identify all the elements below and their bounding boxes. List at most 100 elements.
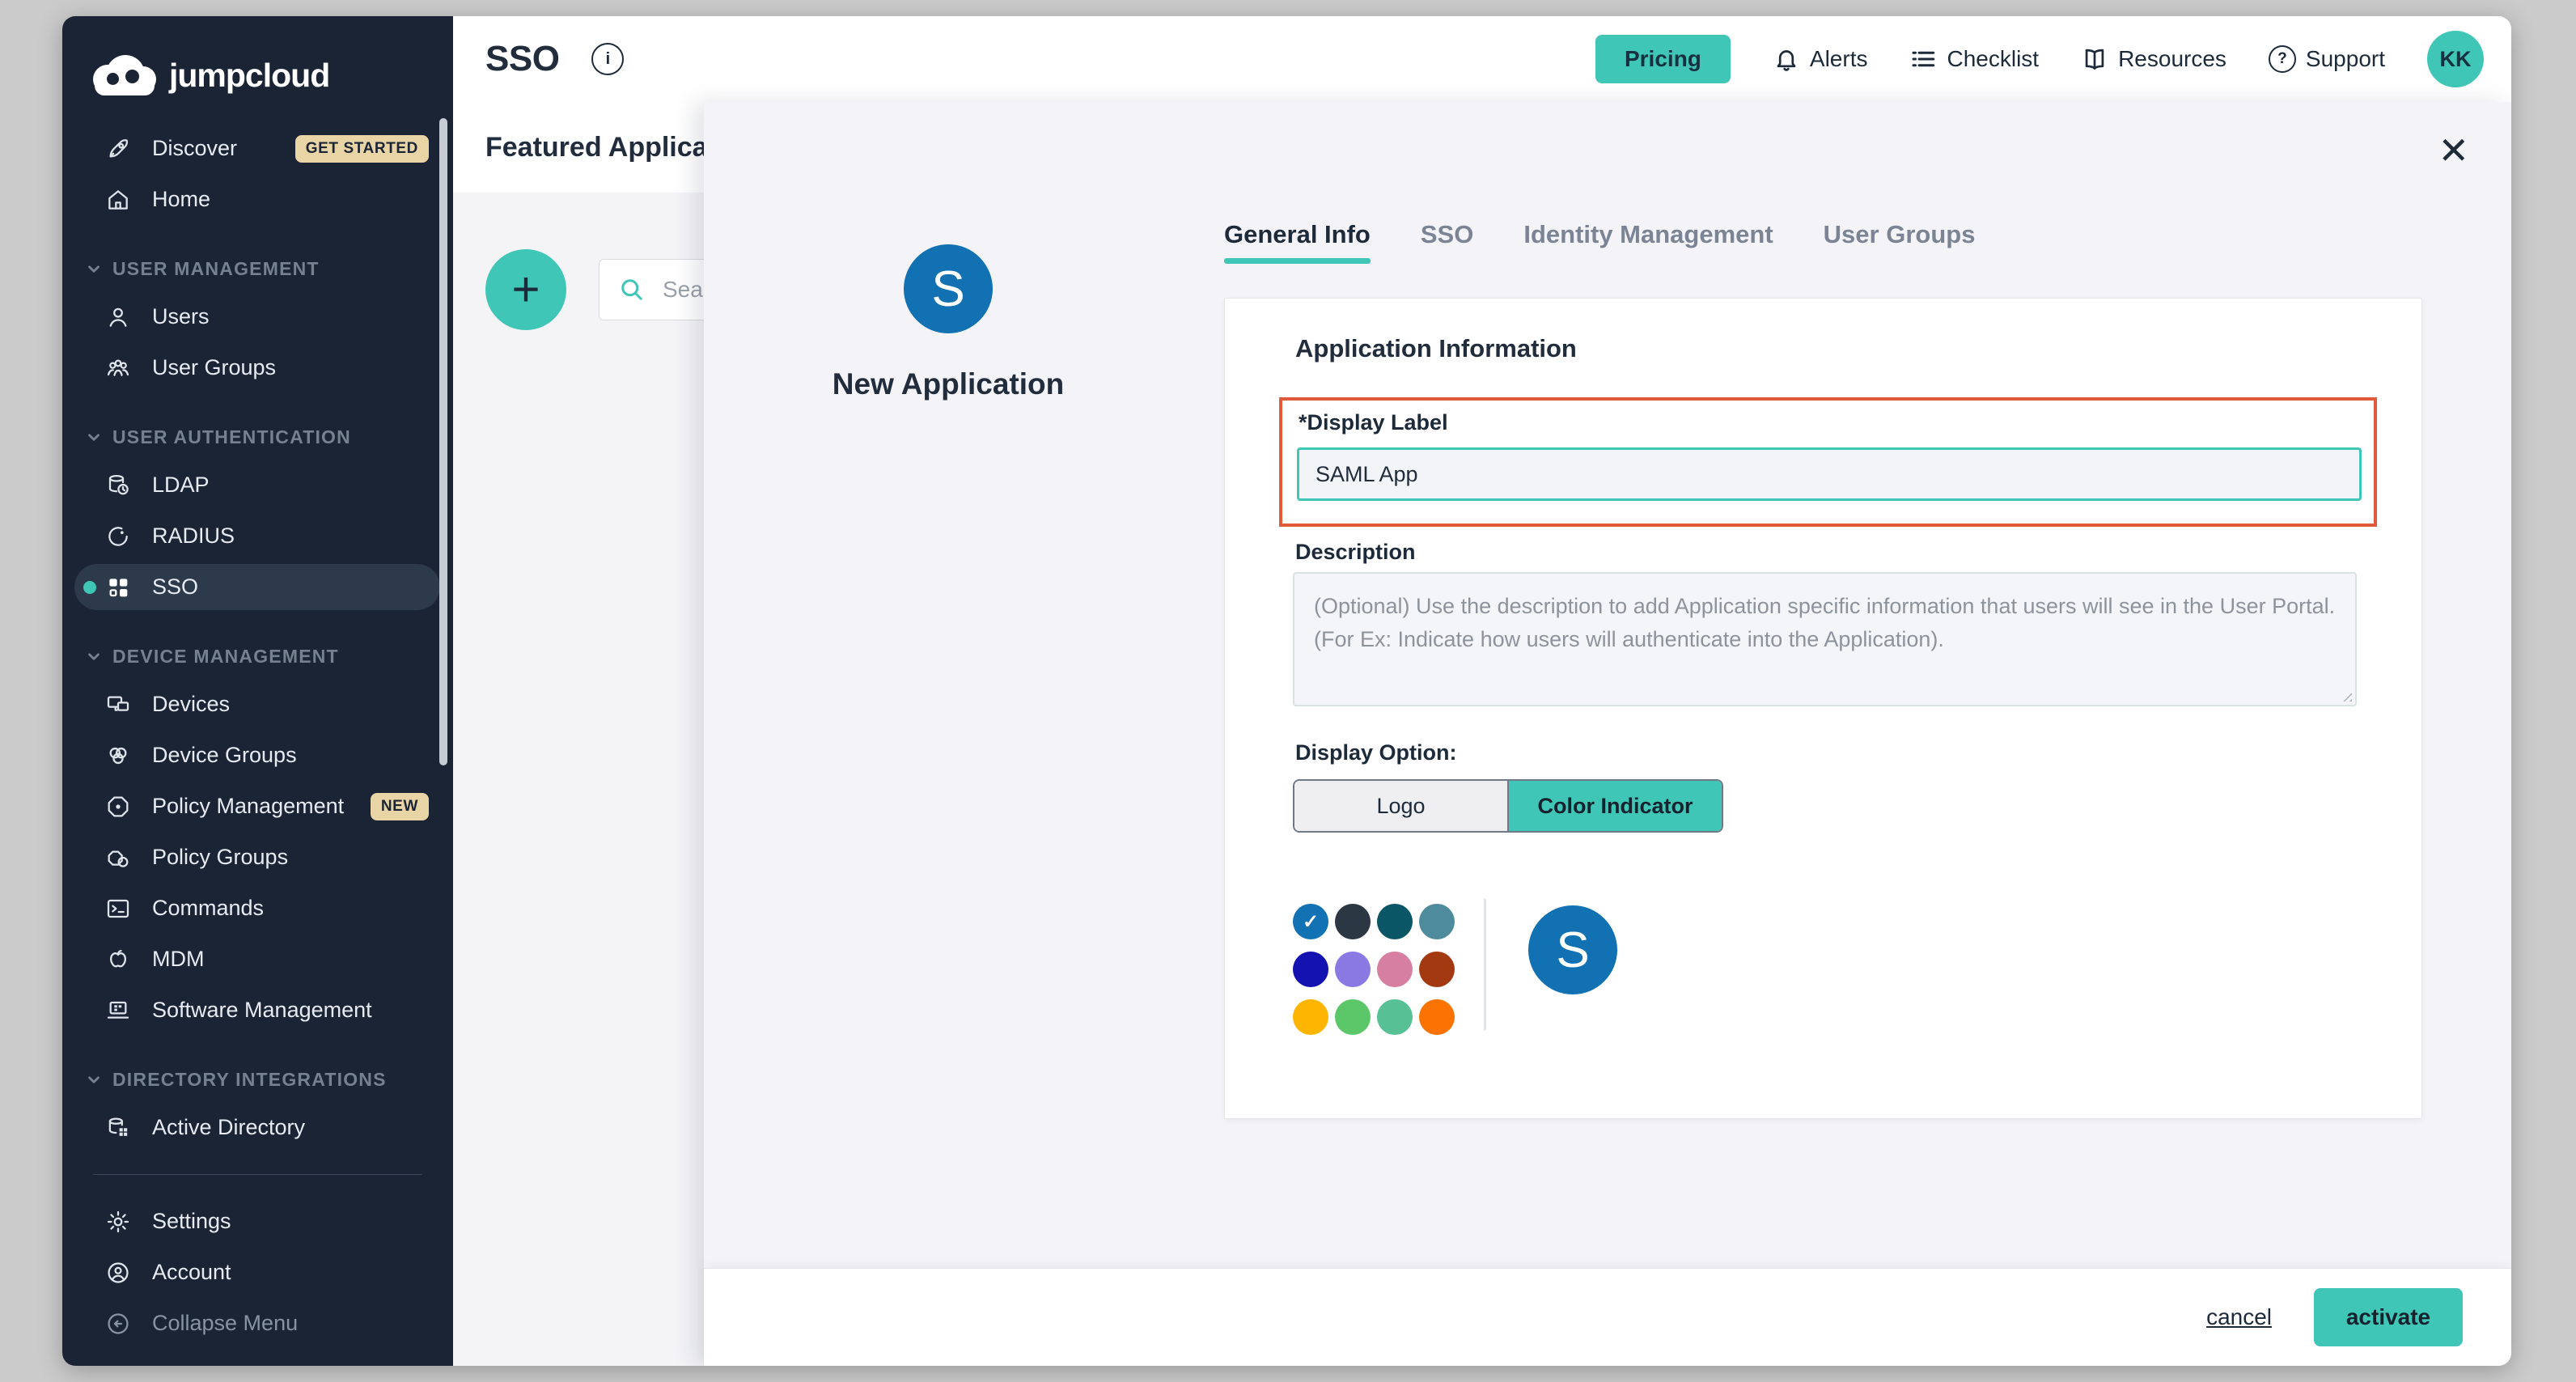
sidebar-item-policy-management[interactable]: Policy Management NEW — [62, 781, 453, 832]
sidebar-item-label: MDM — [152, 947, 204, 972]
sidebar-item-label: Policy Groups — [152, 845, 288, 870]
bell-icon — [1773, 45, 1800, 73]
sidebar-item-device-groups[interactable]: Device Groups — [62, 730, 453, 781]
screenshot-stage: jumpcloud Discover GET STARTED Home USER… — [0, 0, 2576, 1382]
resources-button[interactable]: Resources — [2081, 45, 2226, 73]
question-icon: ? — [2269, 45, 2296, 73]
display-label-highlight: *Display Label — [1279, 397, 2377, 527]
swatch-preview-divider — [1484, 899, 1486, 1030]
laptop-grid-icon — [105, 998, 131, 1024]
tab-user-groups[interactable]: User Groups — [1824, 220, 1976, 264]
sidebar-section-user-management[interactable]: USER MANAGEMENT — [62, 246, 453, 291]
grid-icon — [105, 574, 131, 600]
sidebar-item-software-management[interactable]: Software Management — [62, 985, 453, 1036]
close-icon[interactable]: ✕ — [2433, 131, 2474, 170]
color-swatch[interactable] — [1419, 952, 1455, 987]
color-swatch[interactable] — [1335, 904, 1371, 939]
pricing-button[interactable]: Pricing — [1595, 35, 1731, 83]
sidebar-item-collapse-menu[interactable]: Collapse Menu — [62, 1298, 453, 1349]
sidebar: jumpcloud Discover GET STARTED Home USER… — [62, 16, 453, 1366]
logo-option[interactable]: Logo — [1294, 781, 1507, 831]
sidebar-item-user-groups[interactable]: User Groups — [62, 342, 453, 393]
color-swatch[interactable] — [1419, 904, 1455, 939]
sidebar-item-commands[interactable]: Commands — [62, 883, 453, 934]
arrow-left-circle-icon — [105, 1311, 131, 1337]
new-badge: NEW — [371, 793, 429, 820]
sidebar-item-discover[interactable]: Discover GET STARTED — [62, 123, 453, 174]
support-label: Support — [2306, 46, 2385, 72]
sidebar-item-radius[interactable]: RADIUS — [62, 511, 453, 562]
color-swatch-selected[interactable]: ✓ — [1293, 904, 1328, 939]
color-swatch[interactable] — [1335, 952, 1371, 987]
sidebar-item-users[interactable]: Users — [62, 291, 453, 342]
add-application-button[interactable]: + — [485, 249, 566, 330]
sidebar-item-policy-groups[interactable]: Policy Groups — [62, 832, 453, 883]
color-swatch[interactable] — [1293, 952, 1328, 987]
sidebar-scrollbar[interactable] — [439, 118, 447, 765]
sidebar-item-sso[interactable]: SSO — [62, 562, 453, 613]
color-swatch[interactable] — [1377, 952, 1413, 987]
color-indicator-preview: S — [1528, 905, 1617, 994]
description-label: Description — [1295, 540, 1416, 565]
sidebar-item-active-directory[interactable]: Active Directory — [62, 1102, 453, 1153]
sidebar-item-label: Settings — [152, 1209, 231, 1234]
jumpcloud-logo[interactable]: jumpcloud — [62, 16, 453, 95]
display-option-label: Display Option: — [1295, 740, 1457, 765]
support-button[interactable]: ? Support — [2269, 45, 2385, 73]
search-icon — [617, 275, 646, 304]
tab-general-info[interactable]: General Info — [1224, 220, 1371, 264]
sidebar-item-mdm[interactable]: MDM — [62, 934, 453, 985]
checklist-button[interactable]: Checklist — [1909, 45, 2039, 73]
modal-footer: cancel activate — [704, 1268, 2511, 1366]
sidebar-section-directory-integrations[interactable]: DIRECTORY INTEGRATIONS — [62, 1057, 453, 1102]
sidebar-section-device-management[interactable]: DEVICE MANAGEMENT — [62, 634, 453, 679]
policy-groups-icon — [105, 845, 131, 871]
cancel-button[interactable]: cancel — [2201, 1304, 2277, 1331]
user-avatar[interactable]: KK — [2427, 31, 2484, 87]
sidebar-item-ldap[interactable]: LDAP — [62, 460, 453, 511]
activate-button[interactable]: activate — [2314, 1288, 2463, 1346]
page-title: SSO — [485, 39, 559, 79]
color-swatch[interactable] — [1293, 999, 1328, 1035]
tab-sso[interactable]: SSO — [1421, 220, 1473, 264]
sidebar-item-label: Discover — [152, 136, 237, 161]
get-started-badge: GET STARTED — [295, 135, 429, 163]
display-label-input[interactable] — [1297, 447, 2362, 501]
color-swatch[interactable] — [1377, 904, 1413, 939]
database-windows-icon — [105, 1115, 131, 1141]
info-icon[interactable]: i — [591, 43, 624, 75]
chevron-down-icon — [83, 258, 104, 279]
search-box[interactable] — [599, 259, 704, 320]
gear-icon — [105, 1209, 131, 1235]
apple-icon — [105, 947, 131, 973]
card-heading: Application Information — [1295, 334, 1577, 363]
alerts-button[interactable]: Alerts — [1773, 45, 1868, 73]
sidebar-item-devices[interactable]: Devices — [62, 679, 453, 730]
topbar-actions: Pricing Alerts Checklist Resources ? Sup… — [1595, 31, 2511, 87]
sidebar-section-user-authentication[interactable]: USER AUTHENTICATION — [62, 414, 453, 460]
modal-tabs: General Info SSO Identity Management Use… — [1224, 220, 1975, 264]
sidebar-item-label: Account — [152, 1260, 231, 1285]
sidebar-item-label: Commands — [152, 896, 264, 921]
color-swatch[interactable] — [1419, 999, 1455, 1035]
logo-wordmark: jumpcloud — [169, 57, 329, 95]
description-textarea[interactable] — [1293, 572, 2357, 706]
sidebar-item-settings[interactable]: Settings — [62, 1196, 453, 1247]
search-input[interactable] — [661, 276, 704, 303]
color-swatch[interactable] — [1377, 999, 1413, 1035]
chevron-down-icon — [83, 646, 104, 667]
color-indicator-option[interactable]: Color Indicator — [1507, 781, 1722, 831]
color-swatch[interactable] — [1335, 999, 1371, 1035]
sso-page-body: + — [453, 193, 704, 1366]
rocket-icon — [105, 136, 131, 162]
display-option-toggle: Logo Color Indicator — [1293, 779, 1723, 833]
sidebar-item-home[interactable]: Home — [62, 174, 453, 225]
tab-identity-management[interactable]: Identity Management — [1523, 220, 1773, 264]
sidebar-section-label: DEVICE MANAGEMENT — [112, 646, 339, 668]
color-swatch-grid: ✓ — [1293, 904, 1455, 1035]
sidebar-item-account[interactable]: Account — [62, 1247, 453, 1298]
dial-icon — [105, 524, 131, 549]
sidebar-section-label: DIRECTORY INTEGRATIONS — [112, 1069, 387, 1091]
alerts-label: Alerts — [1810, 46, 1868, 72]
app-window: jumpcloud Discover GET STARTED Home USER… — [62, 16, 2511, 1366]
